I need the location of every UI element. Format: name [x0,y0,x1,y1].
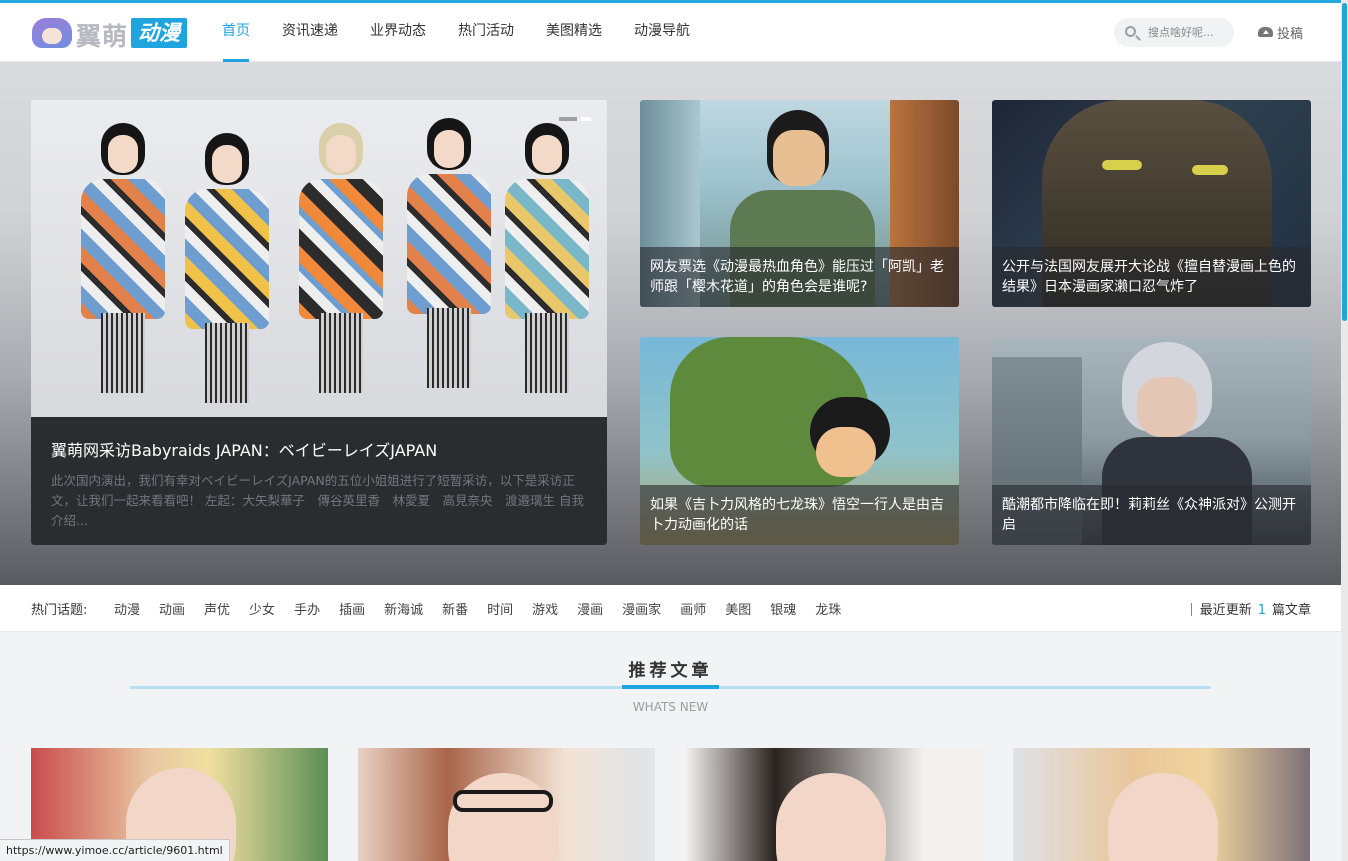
topic-tag[interactable]: 声优 [204,599,230,618]
featured-image [31,100,607,417]
side-card-caption: 酷潮都市降临在即！莉莉丝《众神派对》公测开启 [992,485,1311,545]
featured-title[interactable]: 翼萌网采访Babyraids JAPAN：ベイビーレイズJAPAN [51,437,587,461]
photo-figure [75,123,171,417]
photo-figure [499,123,595,417]
topic-tag[interactable]: 新海诚 [384,599,423,618]
recent-suffix: 篇文章 [1271,603,1311,618]
article-card[interactable] [358,748,655,861]
recent-prefix: 最近更新 [1199,603,1252,618]
main-nav: 首页 资讯速递 业界动态 热门活动 美图精选 动漫导航 [206,3,706,62]
submit-button[interactable]: 投稿 [1258,22,1303,42]
article-thumbnail [776,773,886,861]
divider [1190,603,1192,616]
topic-tag[interactable]: 时间 [487,599,513,618]
link-status-bar: https://www.yimoe.cc/article/9601.html [0,839,230,861]
section-divider [130,685,1211,689]
side-card-1[interactable]: 网友票选《动漫最热血角色》能压过「阿凯」老师跟「樱木花道」的角色会是谁呢? [640,100,959,307]
photo-figure [179,133,275,417]
card-image-figure [773,130,825,186]
topic-tag[interactable]: 漫画家 [622,599,661,618]
topic-tag[interactable]: 画师 [680,599,706,618]
topic-tag[interactable]: 手办 [294,599,320,618]
side-card-caption: 网友票选《动漫最热血角色》能压过「阿凯」老师跟「樱木花道」的角色会是谁呢? [640,247,959,307]
carousel-indicators [559,117,591,121]
topic-tag[interactable]: 动画 [159,599,185,618]
glasses-shape [453,790,553,812]
page-scrollbar[interactable] [1341,0,1348,861]
featured-card[interactable]: 翼萌网采访Babyraids JAPAN：ベイビーレイズJAPAN 此次国内演出… [31,100,607,545]
topic-tag[interactable]: 新番 [442,599,468,618]
topic-tag[interactable]: 动漫 [114,599,140,618]
topic-tag[interactable]: 龙珠 [815,599,841,618]
recommended-section: 推荐文章 WHATS NEW [0,632,1341,861]
card-image-eye [1102,160,1142,170]
nav-item-news[interactable]: 资讯速递 [266,3,354,62]
carousel-dot[interactable] [559,117,577,121]
topic-tag[interactable]: 插画 [339,599,365,618]
article-thumbnail [448,773,558,861]
card-image-figure [816,427,876,477]
nav-item-events[interactable]: 热门活动 [442,3,530,62]
topic-tag[interactable]: 银魂 [770,599,796,618]
topic-tag[interactable]: 漫画 [577,599,603,618]
hot-topics-label: 热门话题: [31,603,88,618]
recent-count: 1 [1257,603,1266,618]
carousel-dot[interactable] [581,117,591,121]
side-card-2[interactable]: 公开与法国网友展开大论战《擅自替漫画上色的结果》日本漫画家濑口忍气炸了 [992,100,1311,307]
featured-caption: 翼萌网采访Babyraids JAPAN：ベイビーレイズJAPAN 此次国内演出… [31,417,607,545]
topic-tag[interactable]: 游戏 [532,599,558,618]
section-subtitle: WHATS NEW [632,700,709,714]
card-image-figure [1137,377,1197,437]
recent-updates: 最近更新 1 篇文章 [1190,599,1311,618]
section-title: 推荐文章 [628,661,713,681]
article-thumbnail [1108,773,1218,861]
site-header: 翼萌 动漫 首页 资讯速递 业界动态 热门活动 美图精选 动漫导航 投稿 [0,3,1341,62]
article-card[interactable] [1013,748,1310,861]
nav-item-gallery[interactable]: 美图精选 [530,3,618,62]
side-card-3[interactable]: 如果《吉卜力风格的七龙珠》悟空一行人是由吉卜力动画化的话 [640,337,959,545]
search-input[interactable] [1148,22,1230,43]
search-icon[interactable] [1125,26,1136,37]
featured-excerpt: 此次国内演出，我们有幸对ベイビーレイズJAPAN的五位小姐姐进行了短暂采访，以下… [51,473,584,528]
nav-item-industry[interactable]: 业界动态 [354,3,442,62]
scrollbar-thumb[interactable] [1342,3,1347,321]
side-card-caption: 如果《吉卜力风格的七龙珠》悟空一行人是由吉卜力动画化的话 [640,485,959,545]
logo-text: 翼萌 [76,22,129,51]
hot-topics-list: 动漫 动画 声优 少女 手办 插画 新海诚 新番 时间 游戏 漫画 漫画家 画师… [114,599,860,618]
upload-cloud-icon [1258,27,1273,37]
side-card-4[interactable]: 酷潮都市降临在即！莉莉丝《众神派对》公测开启 [992,337,1311,545]
topic-tag[interactable]: 少女 [249,599,275,618]
site-logo[interactable]: 翼萌 动漫 [32,15,187,51]
hero-section: 翼萌网采访Babyraids JAPAN：ベイビーレイズJAPAN 此次国内演出… [0,62,1341,585]
nav-item-home[interactable]: 首页 [206,3,266,62]
submit-label: 投稿 [1277,26,1304,42]
topic-tag[interactable]: 美图 [725,599,751,618]
photo-figure [401,118,497,417]
article-card[interactable] [686,748,983,861]
logo-badge: 动漫 [131,18,187,48]
side-card-caption: 公开与法国网友展开大论战《擅自替漫画上色的结果》日本漫画家濑口忍气炸了 [992,247,1311,307]
nav-item-directory[interactable]: 动漫导航 [618,3,706,62]
section-divider-accent [622,685,719,689]
search-box [1114,18,1234,47]
hot-topics-bar: 热门话题: 动漫 动画 声优 少女 手办 插画 新海诚 新番 时间 游戏 漫画 … [0,585,1341,632]
card-image-eye [1192,165,1228,175]
photo-figure [293,123,389,417]
logo-mascot-icon [32,18,72,48]
